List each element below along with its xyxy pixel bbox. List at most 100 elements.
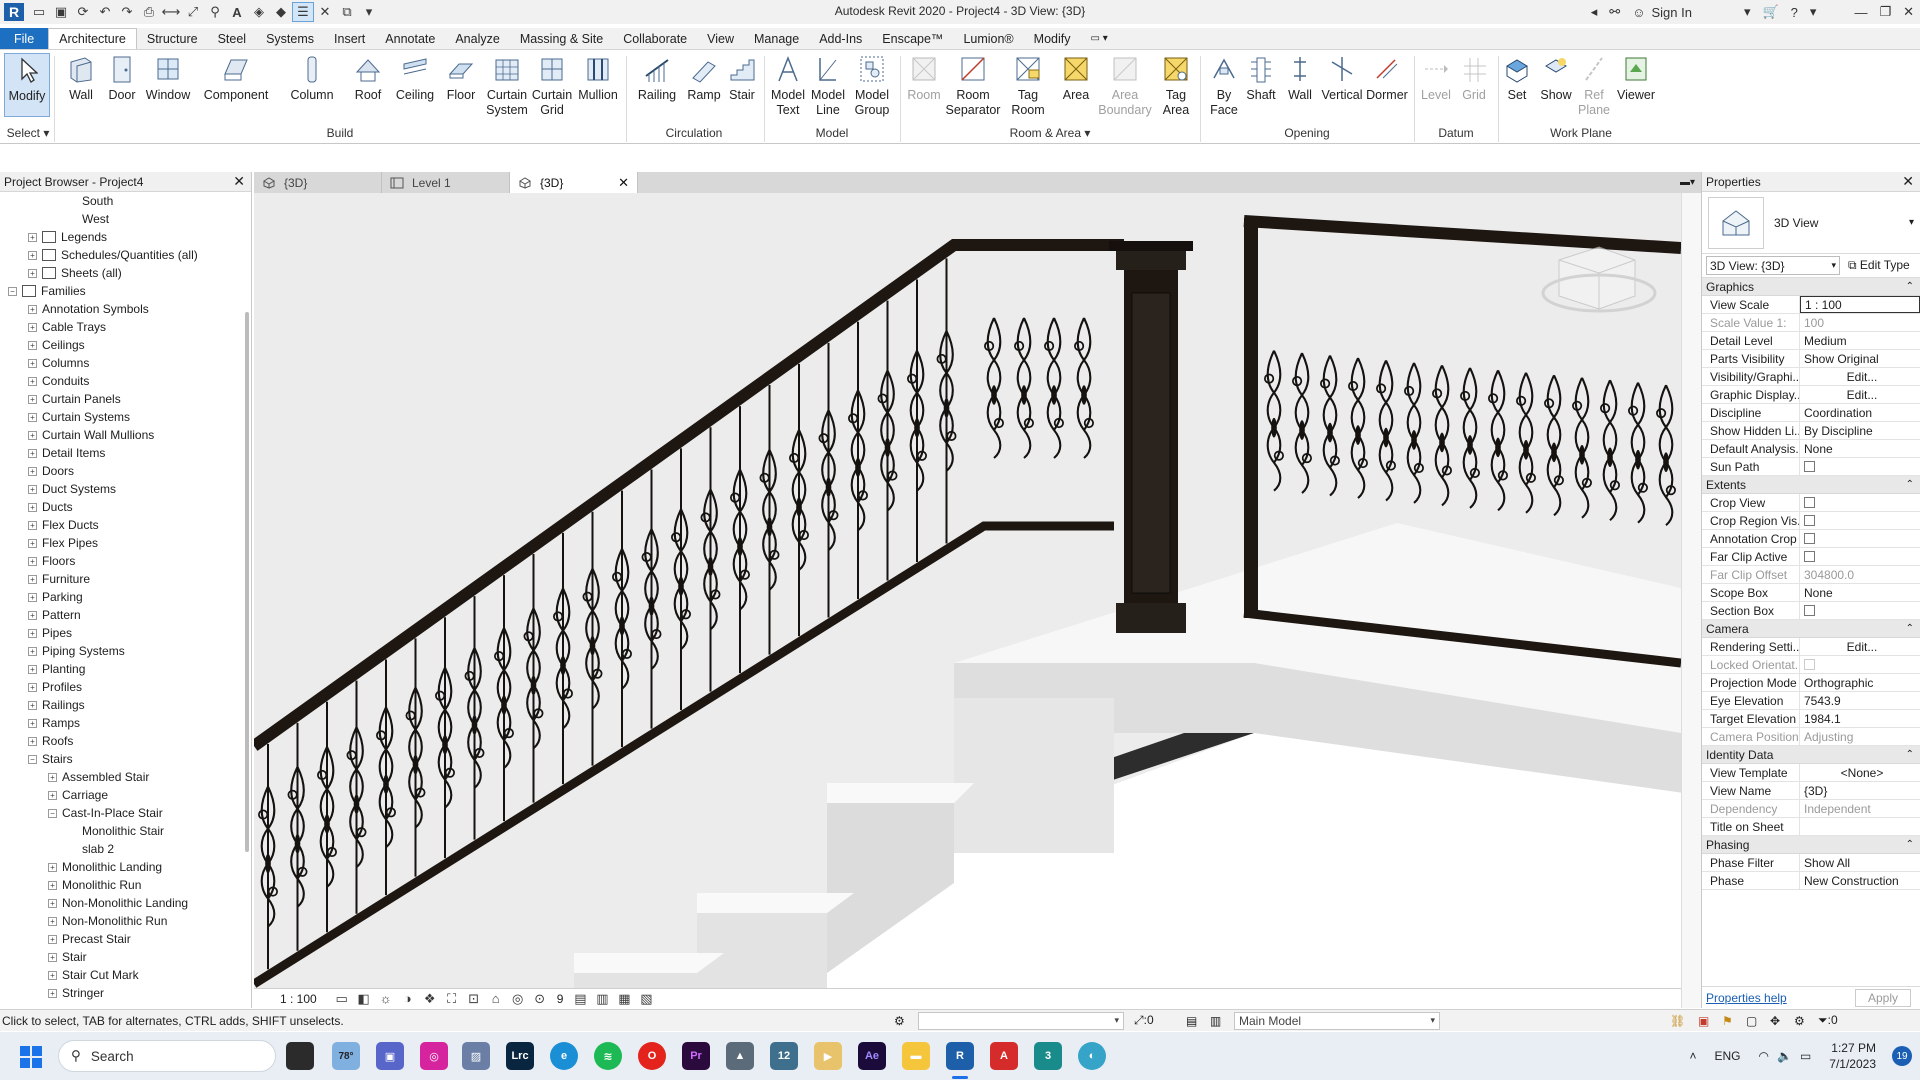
- save-icon[interactable]: ▣: [50, 2, 72, 22]
- expand-icon[interactable]: +: [28, 394, 37, 404]
- property-checkbox[interactable]: [1804, 605, 1815, 616]
- tree-item[interactable]: + Planting: [0, 660, 251, 678]
- expand-icon[interactable]: +: [28, 700, 37, 710]
- view-scale[interactable]: 1 : 100: [280, 992, 317, 1006]
- tree-item[interactable]: − Families: [0, 282, 251, 300]
- expand-icon[interactable]: +: [28, 574, 37, 584]
- lightroom-icon[interactable]: Lrc: [506, 1042, 534, 1070]
- chevron-down-icon[interactable]: ▾: [1738, 0, 1757, 24]
- tree-item[interactable]: + Duct Systems: [0, 480, 251, 498]
- property-value[interactable]: [1800, 494, 1920, 511]
- tree-item[interactable]: − Stairs: [0, 750, 251, 768]
- tree-item[interactable]: + Furniture: [0, 570, 251, 588]
- collapse-icon[interactable]: −: [8, 286, 17, 296]
- expand-icon[interactable]: +: [28, 232, 37, 242]
- tree-item[interactable]: + Stair: [0, 948, 251, 966]
- wall-button[interactable]: Wall: [62, 53, 100, 103]
- tree-item[interactable]: + Monolithic Run: [0, 876, 251, 894]
- tree-item[interactable]: + Annotation Symbols: [0, 300, 251, 318]
- level-button[interactable]: Level: [1418, 53, 1454, 103]
- tree-item[interactable]: + Ramps: [0, 714, 251, 732]
- expand-icon[interactable]: +: [28, 538, 37, 548]
- area-button[interactable]: Area: [1058, 53, 1094, 103]
- ceiling-button[interactable]: Ceiling: [392, 53, 438, 103]
- tab-insert[interactable]: Insert: [324, 28, 375, 49]
- ribbon-minimize-toggle[interactable]: ▭ ▾: [1080, 28, 1117, 49]
- open-icon[interactable]: ▭: [28, 2, 50, 22]
- design-options-icon[interactable]: ▤: [1186, 1014, 1197, 1028]
- 3d-viewport[interactable]: [254, 193, 1681, 988]
- tab-analyze[interactable]: Analyze: [445, 28, 509, 49]
- expand-icon[interactable]: +: [28, 466, 37, 476]
- notification-badge[interactable]: 19: [1892, 1046, 1912, 1066]
- file-explorer-icon[interactable]: ▬: [902, 1042, 930, 1070]
- tree-item[interactable]: + Stair Cut Mark: [0, 966, 251, 984]
- tree-item[interactable]: + Curtain Systems: [0, 408, 251, 426]
- expand-icon[interactable]: +: [28, 322, 37, 332]
- expand-icon[interactable]: +: [28, 376, 37, 386]
- clock[interactable]: 1:27 PM 7/1/2023: [1829, 1040, 1876, 1072]
- stocks-icon[interactable]: ▨: [462, 1042, 490, 1070]
- property-checkbox[interactable]: [1804, 497, 1815, 508]
- stair-railing-model[interactable]: [254, 193, 1681, 988]
- collapse-icon[interactable]: −: [28, 754, 37, 764]
- tab-systems[interactable]: Systems: [256, 28, 324, 49]
- opera-icon[interactable]: O: [638, 1042, 666, 1070]
- print-icon[interactable]: ⎙: [138, 2, 160, 22]
- close-hidden-icon[interactable]: ✕: [314, 2, 336, 22]
- restore-button[interactable]: ❐: [1873, 0, 1897, 24]
- collapse-icon[interactable]: ⌃: [1906, 281, 1914, 292]
- expand-icon[interactable]: +: [28, 412, 37, 422]
- spotify-icon[interactable]: ≋: [594, 1042, 622, 1070]
- tag-area-button[interactable]: Tag Area: [1156, 53, 1196, 118]
- expand-icon[interactable]: +: [28, 592, 37, 602]
- arrow-left-icon[interactable]: ◂: [1585, 0, 1604, 24]
- tab-annotate[interactable]: Annotate: [375, 28, 445, 49]
- visual-style-icon[interactable]: ◧: [353, 989, 375, 1009]
- expand-icon[interactable]: +: [28, 502, 37, 512]
- model-text-button[interactable]: Model Text: [768, 53, 808, 118]
- project-icon[interactable]: 12: [770, 1042, 798, 1070]
- edit-type-button[interactable]: ⧉ Edit Type: [1848, 258, 1910, 273]
- hidden-elements-icon[interactable]: ▧: [635, 989, 657, 1009]
- floor-button[interactable]: Floor: [442, 53, 480, 103]
- expand-icon[interactable]: +: [28, 736, 37, 746]
- drag-elements-icon[interactable]: ✥: [1770, 1014, 1780, 1028]
- tree-item[interactable]: Monolithic Stair: [0, 822, 251, 840]
- vertical-button[interactable]: Vertical: [1320, 53, 1364, 103]
- language-indicator[interactable]: ENG: [1714, 1049, 1740, 1063]
- property-checkbox[interactable]: [1804, 461, 1815, 472]
- property-value[interactable]: None: [1800, 440, 1920, 457]
- browser-icon[interactable]: ◐: [1078, 1042, 1106, 1070]
- property-group-header[interactable]: Identity Data ⌃: [1702, 746, 1920, 764]
- tree-item[interactable]: + Flex Pipes: [0, 534, 251, 552]
- collapse-icon[interactable]: ⌃: [1906, 839, 1914, 850]
- expand-icon[interactable]: +: [28, 304, 37, 314]
- show-button[interactable]: Show: [1538, 53, 1574, 103]
- shaft-button[interactable]: Shaft: [1242, 53, 1280, 103]
- wifi-icon[interactable]: ◠: [1759, 1049, 1769, 1063]
- after-effects-icon[interactable]: Ae: [858, 1042, 886, 1070]
- tab-steel[interactable]: Steel: [208, 28, 257, 49]
- expand-icon[interactable]: +: [48, 790, 57, 800]
- tree-item[interactable]: + Legends: [0, 228, 251, 246]
- expand-icon[interactable]: +: [48, 916, 57, 926]
- collapse-icon[interactable]: ⌃: [1906, 623, 1914, 634]
- autocad-icon[interactable]: A: [990, 1042, 1018, 1070]
- property-value[interactable]: [1800, 602, 1920, 619]
- expand-icon[interactable]: +: [48, 862, 57, 872]
- chevron-up-icon[interactable]: ˄: [1689, 1049, 1696, 1063]
- media-player-icon[interactable]: ▶: [814, 1042, 842, 1070]
- area-boundary-button[interactable]: Area Boundary: [1098, 53, 1152, 118]
- tree-item[interactable]: + Parking: [0, 588, 251, 606]
- sign-in-link[interactable]: Sign In: [1651, 0, 1697, 24]
- binoculars-icon[interactable]: ⚯: [1603, 0, 1626, 24]
- property-value[interactable]: [1800, 458, 1920, 475]
- tree-item[interactable]: + Railings: [0, 696, 251, 714]
- tree-item[interactable]: + Roofs: [0, 732, 251, 750]
- tab-enscape[interactable]: Enscape™: [872, 28, 953, 49]
- expand-icon[interactable]: +: [28, 484, 37, 494]
- property-value[interactable]: Edit...: [1800, 638, 1920, 655]
- highlight-icon[interactable]: ▥: [591, 989, 613, 1009]
- expand-icon[interactable]: +: [48, 970, 57, 980]
